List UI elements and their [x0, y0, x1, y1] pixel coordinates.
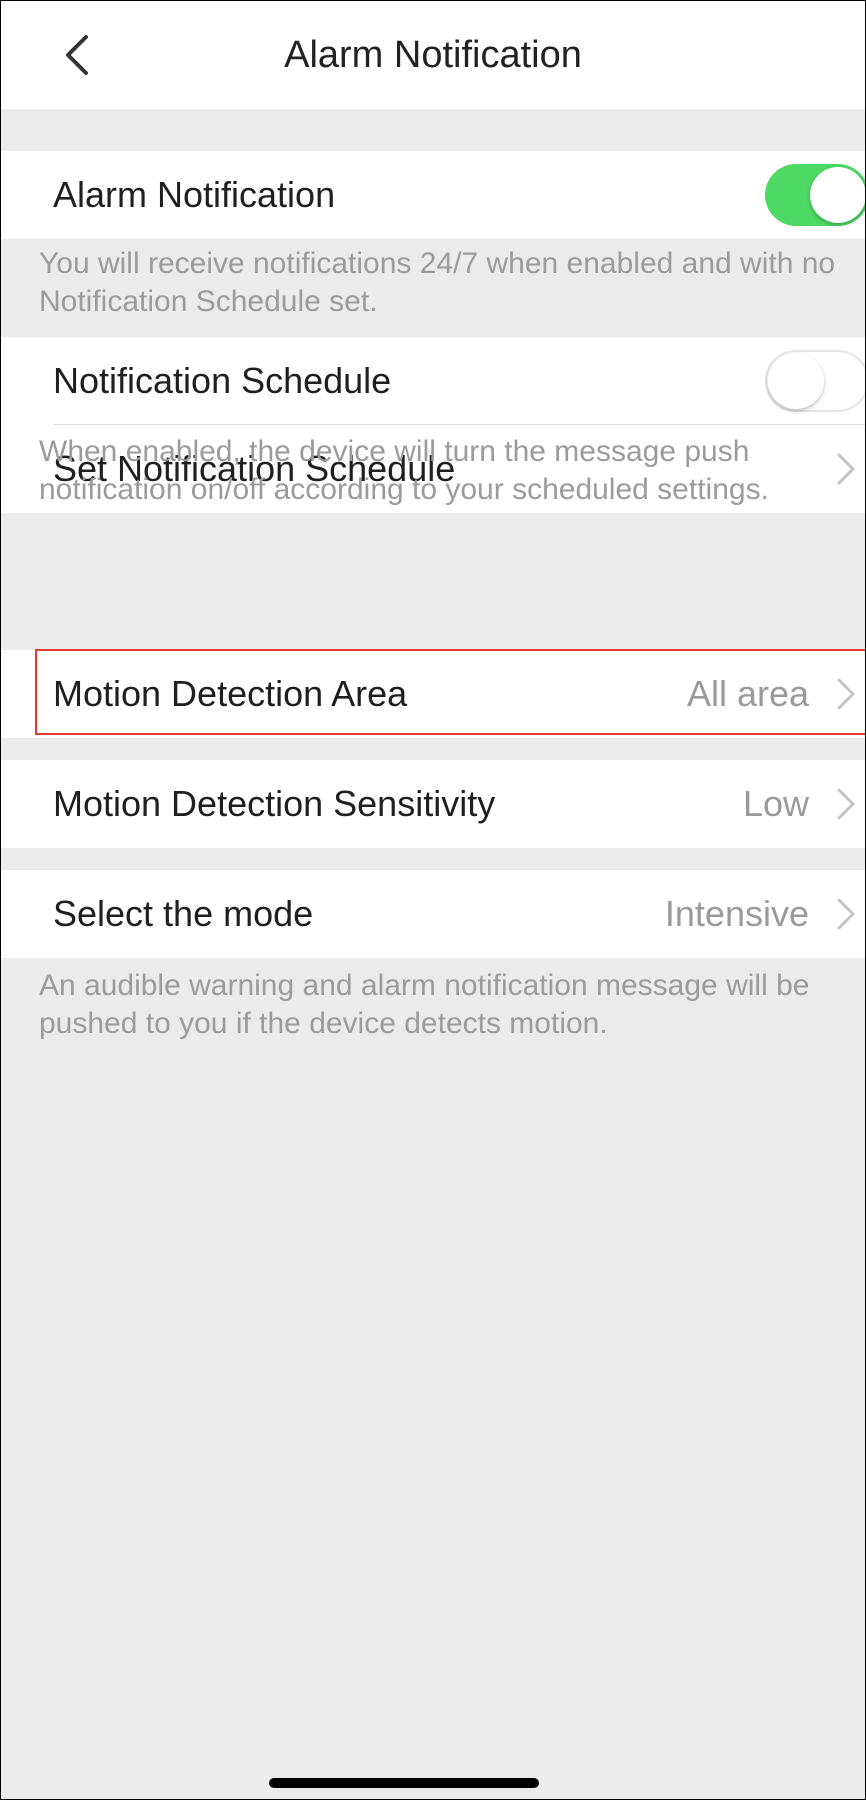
- schedule-note: When enabled, the device will turn the m…: [39, 435, 769, 506]
- toggle-knob: [768, 353, 824, 409]
- motion-detection-area-value: All area: [686, 673, 809, 714]
- select-mode-row[interactable]: Select the mode Intensive: [1, 870, 865, 958]
- chevron-right-icon: [837, 788, 855, 820]
- motion-detection-sensitivity-row[interactable]: Motion Detection Sensitivity Low: [1, 760, 865, 848]
- toggle-knob: [810, 167, 865, 223]
- notification-schedule-toggle[interactable]: [765, 350, 865, 412]
- motion-detection-area-label: Motion Detection Area: [53, 673, 408, 714]
- mode-note: An audible warning and alarm notificatio…: [39, 969, 810, 1040]
- motion-detection-sensitivity-label: Motion Detection Sensitivity: [53, 783, 496, 824]
- chevron-left-icon: [66, 35, 88, 75]
- motion-sensitivity-group: Motion Detection Sensitivity Low: [1, 760, 865, 848]
- navigation-bar: Alarm Notification: [1, 1, 865, 109]
- alarm-notification-group: Alarm Notification: [1, 151, 865, 239]
- mode-group: Select the mode Intensive: [1, 870, 865, 958]
- chevron-right-icon: [837, 898, 855, 930]
- alarm-notification-row: Alarm Notification: [1, 151, 865, 239]
- back-button[interactable]: [45, 23, 109, 87]
- page-title: Alarm Notification: [284, 33, 582, 76]
- select-mode-label: Select the mode: [53, 893, 314, 934]
- alarm-notification-label: Alarm Notification: [53, 174, 336, 215]
- notification-schedule-label: Notification Schedule: [53, 360, 392, 401]
- chevron-right-icon: [837, 678, 855, 710]
- select-mode-value: Intensive: [664, 893, 809, 934]
- alarm-notification-toggle[interactable]: [765, 164, 865, 226]
- motion-detection-sensitivity-value: Low: [742, 783, 809, 824]
- home-indicator: [269, 1778, 539, 1788]
- motion-detection-area-row[interactable]: Motion Detection Area All area: [1, 650, 865, 738]
- alarm-notification-note: You will receive notifications 24/7 when…: [39, 247, 836, 318]
- notification-schedule-row: Notification Schedule: [1, 337, 865, 425]
- motion-area-group: Motion Detection Area All area: [1, 650, 865, 738]
- alarm-notification-screen: Alarm Notification Alarm Notification Yo…: [0, 0, 866, 1800]
